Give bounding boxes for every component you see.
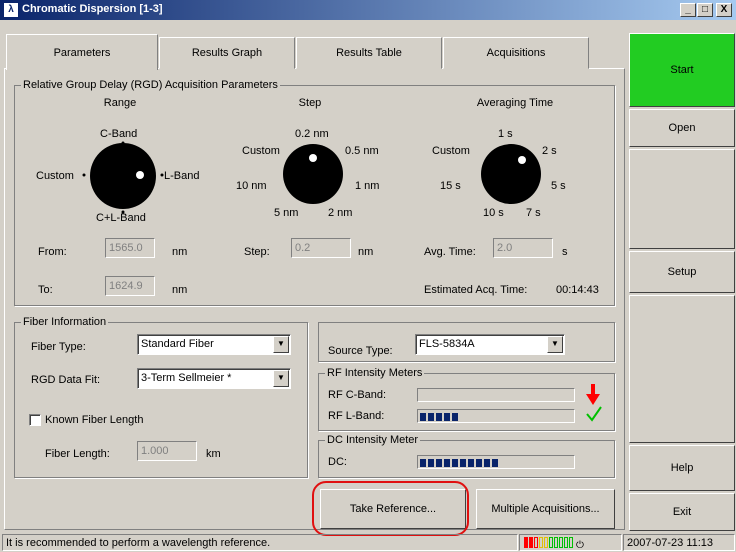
to-unit: nm bbox=[172, 284, 188, 296]
step-option-10nm[interactable]: 10 nm bbox=[236, 180, 267, 192]
help-button[interactable]: Help bbox=[629, 445, 735, 491]
known-length-label[interactable]: Known Fiber Length bbox=[45, 414, 143, 426]
fiber-group-title: Fiber Information bbox=[21, 316, 109, 328]
status-message: It is recommended to perform a wavelengt… bbox=[2, 534, 518, 551]
source-type-select[interactable]: FLS-5834A ▼ bbox=[415, 334, 565, 355]
step-knob[interactable] bbox=[277, 138, 347, 210]
minimize-button[interactable]: _ bbox=[680, 3, 696, 17]
step-option-custom[interactable]: Custom bbox=[242, 145, 280, 157]
to-label: To: bbox=[38, 284, 53, 296]
source-type-value: FLS-5834A bbox=[419, 338, 475, 350]
from-label: From: bbox=[38, 246, 67, 258]
rf-l-band-label: RF L-Band: bbox=[328, 410, 385, 422]
step-unit: nm bbox=[358, 246, 374, 258]
battery-indicator: ⏻ bbox=[519, 534, 622, 551]
lambda-icon: λ bbox=[3, 2, 19, 18]
tab-acquisitions[interactable]: Acquisitions bbox=[443, 37, 589, 69]
side-blank-2 bbox=[629, 295, 735, 443]
window-title: Chromatic Dispersion [1-3] bbox=[22, 3, 163, 15]
dc-meter bbox=[417, 455, 575, 469]
rgd-data-fit-label: RGD Data Fit: bbox=[31, 374, 101, 386]
tab-results-table[interactable]: Results Table bbox=[296, 37, 442, 69]
status-datetime: 2007-07-23 11:13 bbox=[623, 534, 735, 551]
source-type-label: Source Type: bbox=[328, 345, 393, 357]
power-plug-icon: ⏻ bbox=[576, 540, 584, 551]
avg-option-15s[interactable]: 15 s bbox=[440, 180, 461, 192]
range-option-c-band[interactable]: C-Band bbox=[100, 128, 137, 140]
fiber-type-select[interactable]: Standard Fiber ▼ bbox=[137, 334, 291, 355]
rf-c-band-label: RF C-Band: bbox=[328, 389, 387, 401]
dc-label: DC: bbox=[328, 456, 347, 468]
rf-l-band-meter bbox=[417, 409, 575, 423]
rgd-data-fit-value: 3-Term Sellmeier * bbox=[141, 372, 232, 384]
chevron-down-icon[interactable]: ▼ bbox=[547, 336, 563, 353]
range-option-custom[interactable]: Custom bbox=[36, 170, 74, 182]
averaging-knob[interactable] bbox=[475, 138, 547, 210]
step-option-0-5nm[interactable]: 0.5 nm bbox=[345, 145, 379, 157]
estimated-time-label: Estimated Acq. Time: bbox=[424, 284, 528, 296]
averaging-heading: Averaging Time bbox=[476, 97, 554, 109]
step-label: Step: bbox=[244, 246, 270, 258]
fiber-type-label: Fiber Type: bbox=[31, 341, 86, 353]
avg-option-custom[interactable]: Custom bbox=[432, 145, 470, 157]
close-button[interactable]: X bbox=[716, 3, 732, 17]
fiber-length-label: Fiber Length: bbox=[45, 448, 110, 460]
highlight-ring bbox=[312, 481, 469, 536]
open-button[interactable]: Open bbox=[629, 109, 735, 147]
checkmark-icon bbox=[586, 406, 602, 422]
rgd-group-title: Relative Group Delay (RGD) Acquisition P… bbox=[21, 79, 280, 91]
avg-option-5s[interactable]: 5 s bbox=[551, 180, 566, 192]
multiple-acquisitions-button[interactable]: Multiple Acquisitions... bbox=[476, 489, 615, 529]
fiber-type-value: Standard Fiber bbox=[141, 338, 214, 350]
dc-group-title: DC Intensity Meter bbox=[325, 434, 421, 446]
rf-c-band-meter bbox=[417, 388, 575, 402]
to-field[interactable]: 1624.9 bbox=[105, 276, 155, 296]
side-blank-1 bbox=[629, 149, 735, 249]
avg-time-label: Avg. Time: bbox=[424, 246, 476, 258]
fiber-length-unit: km bbox=[206, 448, 221, 460]
from-unit: nm bbox=[172, 246, 188, 258]
from-field[interactable]: 1565.0 bbox=[105, 238, 155, 258]
range-heading: Range bbox=[103, 97, 137, 109]
avg-time-field[interactable]: 2.0 bbox=[493, 238, 553, 258]
title-bar[interactable]: λ Chromatic Dispersion [1-3] _ □ X bbox=[0, 0, 736, 20]
step-heading: Step bbox=[298, 97, 322, 109]
rf-group-title: RF Intensity Meters bbox=[325, 367, 425, 379]
avg-time-unit: s bbox=[562, 246, 568, 258]
estimated-time-value: 00:14:43 bbox=[556, 284, 599, 296]
chevron-down-icon[interactable]: ▼ bbox=[273, 370, 289, 387]
setup-button[interactable]: Setup bbox=[629, 251, 735, 293]
down-arrow-icon bbox=[586, 384, 600, 405]
fiber-length-field[interactable]: 1.000 bbox=[137, 441, 197, 461]
start-button[interactable]: Start bbox=[629, 33, 735, 107]
step-option-1nm[interactable]: 1 nm bbox=[355, 180, 379, 192]
range-knob[interactable] bbox=[80, 140, 170, 220]
rgd-data-fit-select[interactable]: 3-Term Sellmeier * ▼ bbox=[137, 368, 291, 389]
known-length-checkbox[interactable] bbox=[29, 414, 41, 426]
maximize-button[interactable]: □ bbox=[697, 3, 713, 17]
chevron-down-icon[interactable]: ▼ bbox=[273, 336, 289, 353]
tab-results-graph[interactable]: Results Graph bbox=[159, 37, 295, 69]
tab-parameters[interactable]: Parameters bbox=[6, 34, 158, 70]
step-field[interactable]: 0.2 bbox=[291, 238, 351, 258]
exit-button[interactable]: Exit bbox=[629, 493, 735, 531]
